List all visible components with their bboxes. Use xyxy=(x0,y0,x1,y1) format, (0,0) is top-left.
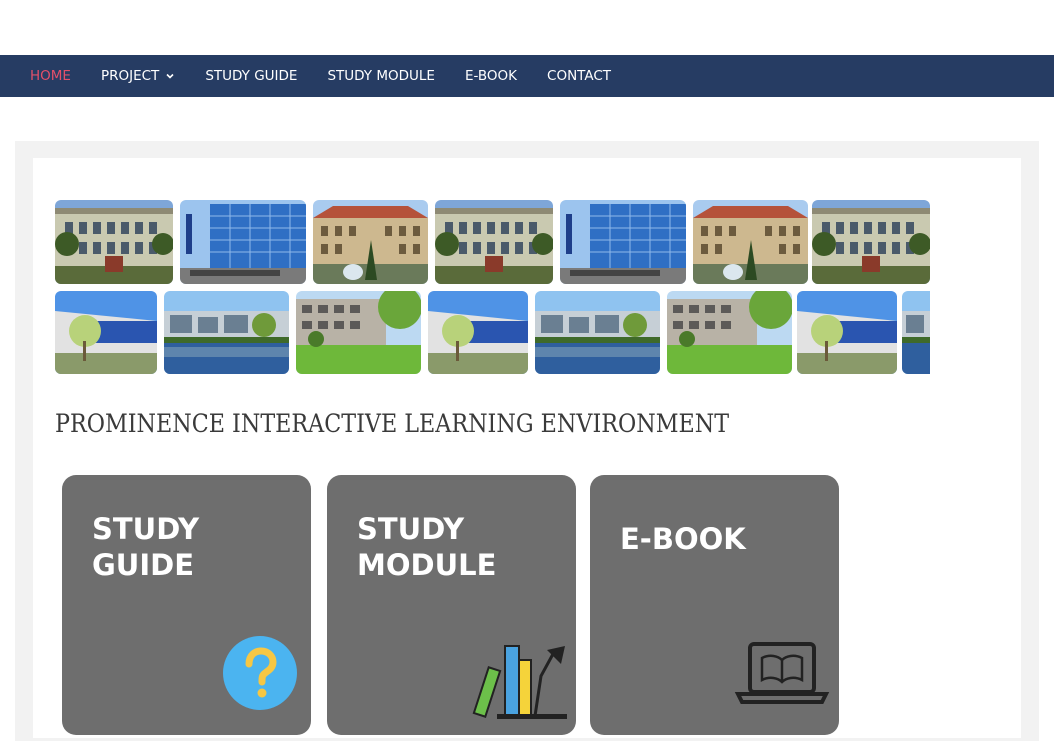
campus-building-photo-icon xyxy=(812,200,930,284)
card-label: STUDY MODULE xyxy=(357,511,557,583)
nav-home[interactable]: HOME xyxy=(0,68,86,84)
pond-buildings-photo-icon xyxy=(902,291,930,374)
site-header xyxy=(0,0,1054,55)
gallery-photo[interactable] xyxy=(55,200,173,284)
campus-building-photo-icon xyxy=(435,200,553,284)
card-label-line1: E-BOOK xyxy=(620,522,746,556)
nav-contact-label: CONTACT xyxy=(547,68,612,84)
books-icon xyxy=(472,645,567,719)
nav-study-module[interactable]: STUDY MODULE xyxy=(312,68,450,84)
gallery-photo[interactable] xyxy=(180,200,306,284)
gallery-photo[interactable] xyxy=(428,291,528,374)
laptop-book-icon xyxy=(734,642,830,704)
card-label-line2: MODULE xyxy=(357,548,497,582)
pond-buildings-photo-icon xyxy=(164,291,289,374)
university-hall-photo-icon xyxy=(313,200,428,284)
nav-ebook[interactable]: E-BOOK xyxy=(450,68,532,84)
gallery-photo[interactable] xyxy=(535,291,660,374)
study-guide-card[interactable]: STUDY GUIDE xyxy=(62,475,311,735)
campus-modern-photo-icon xyxy=(428,291,528,374)
main-nav: HOME PROJECT STUDY GUIDE STUDY MODULE E-… xyxy=(0,55,1054,97)
gallery-photo[interactable] xyxy=(560,200,686,284)
question-icon xyxy=(223,636,297,710)
gallery-photo[interactable] xyxy=(55,291,157,374)
gallery-photo[interactable] xyxy=(693,200,808,284)
glass-building-photo-icon xyxy=(560,200,686,284)
page-title: PROMINENCE INTERACTIVE LEARNING ENVIRONM… xyxy=(55,409,730,438)
campus-modern-photo-icon xyxy=(797,291,897,374)
pond-buildings-photo-icon xyxy=(535,291,660,374)
lawn-buildings-photo-icon xyxy=(667,291,792,374)
card-label-line1: STUDY xyxy=(92,512,200,546)
ebook-card[interactable]: E-BOOK xyxy=(590,475,839,735)
nav-project-label: PROJECT xyxy=(100,68,160,84)
nav-home-label: HOME xyxy=(30,68,71,84)
lawn-buildings-photo-icon xyxy=(296,291,421,374)
nav-study-guide[interactable]: STUDY GUIDE xyxy=(190,68,312,84)
nav-study-guide-label: STUDY GUIDE xyxy=(205,68,298,84)
gallery-photo[interactable] xyxy=(812,200,930,284)
nav-study-module-label: STUDY MODULE xyxy=(327,68,435,84)
gallery-photo[interactable] xyxy=(902,291,930,374)
study-module-card[interactable]: STUDY MODULE xyxy=(327,475,576,735)
university-hall-photo-icon xyxy=(693,200,808,284)
card-label: E-BOOK xyxy=(620,521,820,557)
gallery-photo[interactable] xyxy=(313,200,428,284)
campus-modern-photo-icon xyxy=(55,291,157,374)
card-label-line1: STUDY xyxy=(357,512,465,546)
gallery-photo[interactable] xyxy=(797,291,897,374)
gallery-photo[interactable] xyxy=(435,200,553,284)
card-label-line2: GUIDE xyxy=(92,548,195,582)
card-label: STUDY GUIDE xyxy=(92,511,292,583)
gallery-photo[interactable] xyxy=(296,291,421,374)
gallery-photo[interactable] xyxy=(164,291,289,374)
nav-project[interactable]: PROJECT xyxy=(86,68,190,84)
campus-building-photo-icon xyxy=(55,200,173,284)
nav-contact[interactable]: CONTACT xyxy=(532,68,626,84)
nav-ebook-label: E-BOOK xyxy=(464,68,518,84)
glass-building-photo-icon xyxy=(180,200,306,284)
chevron-down-icon xyxy=(166,73,174,79)
gallery-photo[interactable] xyxy=(667,291,792,374)
